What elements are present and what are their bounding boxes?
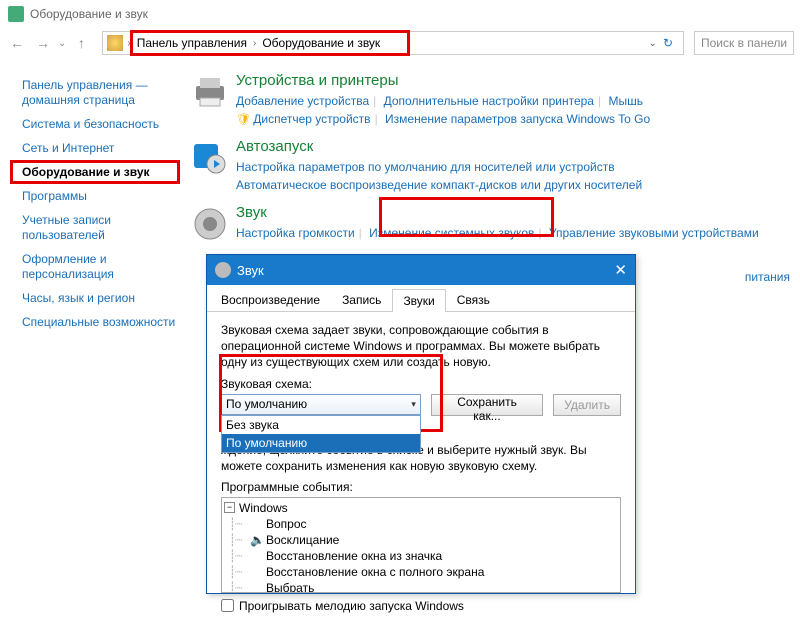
search-placeholder: Поиск в панели [701,36,787,50]
close-button[interactable]: ✕ [614,261,627,279]
sidebar: Панель управления — домашняя страница Си… [0,68,190,339]
collapse-icon[interactable]: − [224,502,235,513]
play-startup-checkbox[interactable] [221,599,234,612]
back-button[interactable]: ← [6,32,28,54]
link-add-device[interactable]: Добавление устройства [236,94,369,108]
sidebar-item-clock[interactable]: Часы, язык и регион [22,291,190,306]
category-title[interactable]: Автозапуск [236,138,642,155]
sidebar-item-appearance[interactable]: Оформление и персонализация [22,252,190,282]
link-power-fragment[interactable]: питания [745,270,790,284]
dialog-tabs: Воспроизведение Запись Звуки Связь [207,285,635,312]
event-item[interactable]: Восклицание [266,533,339,547]
delete-button: Удалить [553,394,621,416]
tab-communications[interactable]: Связь [446,288,501,311]
category-title[interactable]: Звук [236,204,759,221]
speaker-icon [190,204,230,244]
tree-root[interactable]: Windows [239,501,288,515]
sidebar-item-hardware-sound[interactable]: Оборудование и звук [22,165,190,180]
autoplay-icon [190,138,230,178]
sidebar-item-programs[interactable]: Программы [22,189,190,204]
tab-playback[interactable]: Воспроизведение [210,288,331,311]
link-mouse[interactable]: Мышь [608,94,643,108]
breadcrumb-item[interactable]: Оборудование и звук [256,36,386,50]
sidebar-item-users[interactable]: Учетные записи пользователей [22,213,190,243]
sound-dialog: Звук ✕ Воспроизведение Запись Звуки Связ… [206,254,636,594]
printer-icon [190,72,230,112]
save-as-button[interactable]: Сохранить как... [431,394,543,416]
category-title[interactable]: Устройства и принтеры [236,72,650,89]
event-item[interactable]: Вопрос [266,517,307,531]
events-tree[interactable]: − Windows ┊┈Вопрос ┊┈🔈Восклицание ┊┈Восс… [221,497,621,593]
link-volume[interactable]: Настройка громкости [236,226,355,240]
scheme-label: Звуковая схема: [221,377,621,391]
event-item[interactable]: Восстановление окна с полного экрана [266,565,484,579]
scheme-option[interactable]: По умолчанию [222,434,420,452]
shield-icon: 🛡 [236,112,251,126]
event-item[interactable]: Выбрать [266,581,314,593]
history-dropdown[interactable]: ⌄ [58,38,66,49]
scheme-dropdown[interactable]: По умолчанию ▾ Без звука По умолчанию [221,394,421,415]
window-title: Оборудование и звук [30,7,148,21]
event-item[interactable]: Восстановление окна из значка [266,549,442,563]
events-label: Программные события: [221,480,621,494]
sound-icon: 🔈 [250,533,262,547]
link-windows-to-go[interactable]: Изменение параметров запуска Windows To … [385,112,650,126]
link-autoplay-cd[interactable]: Автоматическое воспроизведение компакт-д… [236,178,642,192]
search-input[interactable]: Поиск в панели [694,31,794,55]
scheme-description: Звуковая схема задает звуки, сопровождаю… [221,322,621,371]
play-startup-label: Проигрывать мелодию запуска Windows [239,599,464,613]
window-title-bar: Оборудование и звук [0,0,800,28]
link-device-manager[interactable]: Диспетчер устройств [253,112,370,126]
link-audio-devices[interactable]: Управление звуковыми устройствами [549,226,759,240]
link-printer-settings[interactable]: Дополнительные настройки принтера [384,94,594,108]
sidebar-item-home[interactable]: Панель управления — домашняя страница [22,78,190,108]
scheme-option[interactable]: Без звука [222,416,420,434]
breadcrumb-bar[interactable]: › Панель управления › Оборудование и зву… [102,31,684,55]
nav-row: ← → ⌄ ↑ › Панель управления › Оборудован… [0,28,800,58]
refresh-button[interactable]: ↻ [657,36,679,50]
link-system-sounds[interactable]: Изменение системных звуков [369,226,534,240]
dialog-title: Звук [237,263,264,278]
link-autoplay-defaults[interactable]: Настройка параметров по умолчанию для но… [236,160,615,174]
up-button[interactable]: ↑ [70,32,92,54]
scheme-options-list: Без звука По умолчанию [221,415,421,453]
sidebar-item-system[interactable]: Система и безопасность [22,117,190,132]
tab-recording[interactable]: Запись [331,288,392,311]
control-panel-icon [107,35,123,51]
tab-sounds[interactable]: Звуки [392,289,445,312]
sound-icon [215,262,231,278]
breadcrumb-dropdown[interactable]: ⌄ [649,38,657,49]
sound-icon [8,6,24,22]
scheme-selected: По умолчанию [226,397,307,411]
breadcrumb-item[interactable]: Панель управления [131,36,253,50]
forward-button[interactable]: → [32,32,54,54]
sidebar-item-network[interactable]: Сеть и Интернет [22,141,190,156]
sidebar-item-accessibility[interactable]: Специальные возможности [22,315,190,330]
dialog-title-bar[interactable]: Звук ✕ [207,255,635,285]
chevron-down-icon: ▾ [411,399,416,410]
